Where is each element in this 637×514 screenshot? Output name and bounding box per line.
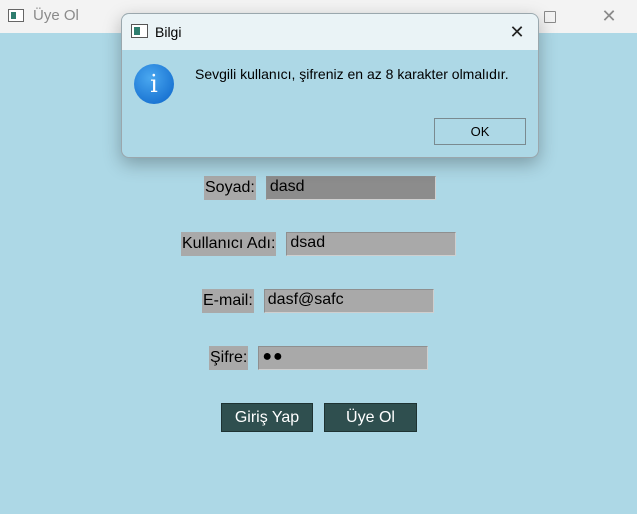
ok-button[interactable]: OK <box>434 118 526 145</box>
dialog-window-icon <box>131 24 148 38</box>
window-title: Üye Ol <box>33 7 79 24</box>
password-field[interactable]: ●● <box>258 346 429 370</box>
maximize-icon <box>544 10 556 23</box>
register-button[interactable]: Üye Ol <box>324 403 417 432</box>
email-row: E-mail: dasf@safc <box>202 289 434 313</box>
dialog-message: Sevgili kullanıcı, şifreniz en az 8 kara… <box>195 66 509 82</box>
dialog-titlebar: Bilgi ✕ <box>122 14 538 50</box>
login-button[interactable]: Giriş Yap <box>221 403 313 432</box>
close-icon: ✕ <box>509 21 525 43</box>
close-button[interactable]: ✕ <box>586 0 632 33</box>
password-row: Şifre: ●● <box>209 346 429 370</box>
surname-field[interactable]: dasd <box>265 176 436 200</box>
dialog-close-button[interactable]: ✕ <box>496 14 538 50</box>
dialog-title: Bilgi <box>155 24 182 40</box>
surname-row: Soyad: dasd <box>204 176 436 200</box>
info-dialog: Bilgi ✕ i Sevgili kullanıcı, şifreniz en… <box>121 13 539 158</box>
email-field[interactable]: dasf@safc <box>263 289 434 313</box>
username-label: Kullanıcı Adı: <box>181 232 277 256</box>
surname-label: Soyad: <box>204 176 256 200</box>
password-label: Şifre: <box>209 346 249 370</box>
info-icon: i <box>134 64 174 104</box>
app-window-icon <box>8 9 24 22</box>
email-label: E-mail: <box>202 289 254 313</box>
close-icon: ✕ <box>601 6 617 27</box>
username-field[interactable]: dsad <box>286 232 457 256</box>
username-row: Kullanıcı Adı: dsad <box>181 232 457 256</box>
